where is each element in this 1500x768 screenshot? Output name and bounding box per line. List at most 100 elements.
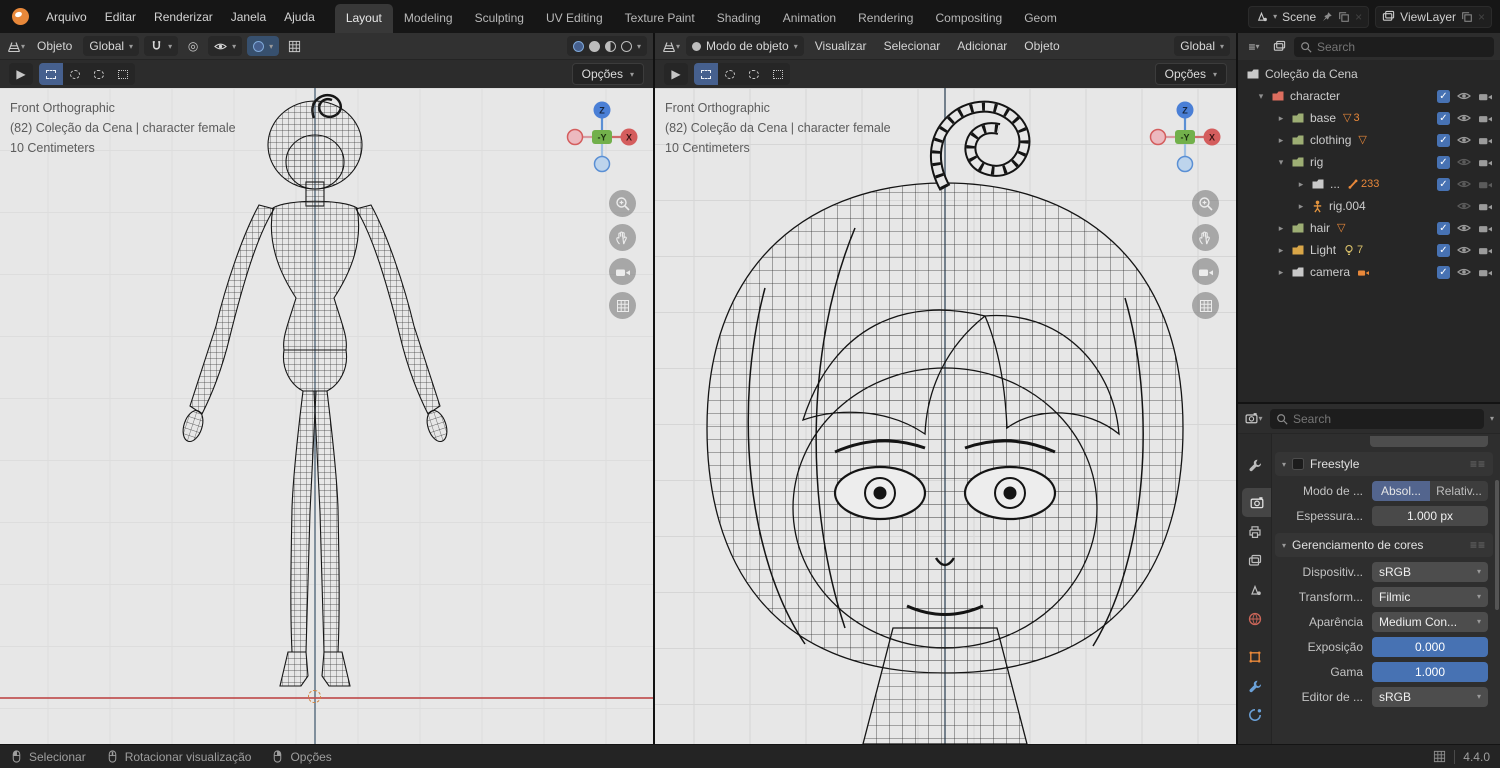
scene-collection-row[interactable]: Coleção da Cena bbox=[1238, 63, 1500, 85]
tab-texture-paint[interactable]: Texture Paint bbox=[614, 4, 706, 33]
tab-rendering[interactable]: Rendering bbox=[847, 4, 924, 33]
shading-material-icon[interactable] bbox=[604, 40, 616, 52]
editor-type-button[interactable]: ▾ bbox=[1244, 409, 1264, 429]
visibility-dropdown[interactable]: ▾ bbox=[208, 36, 243, 56]
new-scene-icon[interactable] bbox=[1338, 11, 1350, 23]
camera-visibility-icon[interactable] bbox=[1478, 178, 1493, 191]
tab-animation[interactable]: Animation bbox=[772, 4, 847, 33]
collection-row-camera[interactable]: ▸ camera ✓ bbox=[1238, 261, 1500, 283]
camera-visibility-icon[interactable] bbox=[1478, 200, 1493, 213]
display-device-dropdown[interactable]: sRGB ▾ bbox=[1372, 561, 1488, 582]
tab-compositing[interactable]: Compositing bbox=[924, 4, 1013, 33]
eye-icon[interactable] bbox=[1457, 243, 1471, 257]
move-view-button[interactable] bbox=[1192, 224, 1219, 251]
collection-row-hair[interactable]: ▸ hair ▽ ✓ bbox=[1238, 217, 1500, 239]
panel-color-management[interactable]: ▾ Gerenciamento de cores ≡≡ bbox=[1275, 533, 1493, 557]
move-view-button[interactable] bbox=[609, 224, 636, 251]
overlays-dropdown[interactable]: ▾ bbox=[247, 36, 280, 56]
select-circle-tool[interactable] bbox=[63, 63, 87, 85]
scene-selector[interactable]: ▾ Scene × bbox=[1248, 5, 1370, 28]
new-viewlayer-icon[interactable] bbox=[1461, 11, 1473, 23]
options-dropdown[interactable]: Opções ▾ bbox=[1154, 63, 1227, 85]
thickness-value-field[interactable]: 1.000 px bbox=[1372, 505, 1488, 526]
camera-visibility-icon[interactable] bbox=[1478, 90, 1493, 103]
select-box-tool[interactable] bbox=[694, 63, 718, 85]
viewlayer-selector[interactable]: ViewLayer × bbox=[1375, 5, 1492, 28]
chevron-down-icon[interactable]: ▾ bbox=[1276, 157, 1286, 168]
eye-icon[interactable] bbox=[1457, 221, 1471, 235]
menu-ajuda[interactable]: Ajuda bbox=[276, 6, 323, 28]
tab-geometry-nodes[interactable]: Geom bbox=[1013, 4, 1068, 33]
zoom-button[interactable] bbox=[609, 190, 636, 217]
xray-toggle-icon[interactable] bbox=[284, 36, 304, 56]
tab-shading[interactable]: Shading bbox=[706, 4, 772, 33]
camera-visibility-icon[interactable] bbox=[1478, 112, 1493, 125]
checkbox-enabled[interactable]: ✓ bbox=[1437, 89, 1450, 103]
tab-layout[interactable]: Layout bbox=[334, 4, 393, 33]
blender-logo[interactable] bbox=[8, 7, 32, 27]
select-box-tool[interactable] bbox=[39, 63, 63, 85]
eye-closed-icon[interactable] bbox=[1457, 199, 1471, 213]
view-transform-dropdown[interactable]: Filmic ▾ bbox=[1372, 586, 1488, 607]
chevron-right-icon[interactable]: ▸ bbox=[1276, 267, 1286, 278]
eye-closed-icon[interactable] bbox=[1457, 177, 1471, 191]
editor-type-button[interactable]: ▾ bbox=[6, 36, 26, 56]
menu-visualizar[interactable]: Visualizar bbox=[809, 36, 873, 56]
search-input[interactable] bbox=[1293, 411, 1478, 426]
panel-grip-icon[interactable]: ≡≡ bbox=[1470, 457, 1486, 471]
system-status-icon[interactable] bbox=[1433, 750, 1446, 763]
collection-row-character[interactable]: ▾ character ✓ bbox=[1238, 85, 1500, 107]
shading-solid-icon[interactable] bbox=[588, 40, 600, 52]
chevron-right-icon[interactable]: ▸ bbox=[1276, 223, 1286, 234]
viewport-left-canvas[interactable]: Front Orthographic (82) Coleção da Cena … bbox=[0, 88, 653, 744]
collection-row-light[interactable]: ▸ Light 7 ✓ bbox=[1238, 239, 1500, 261]
camera-visibility-icon[interactable] bbox=[1478, 244, 1493, 257]
tab-scene[interactable] bbox=[1238, 575, 1271, 604]
freestyle-checkbox[interactable] bbox=[1292, 458, 1305, 470]
collection-row-base[interactable]: ▸ base ▽ 3 ✓ bbox=[1238, 107, 1500, 129]
tab-sculpting[interactable]: Sculpting bbox=[464, 4, 535, 33]
chevron-right-icon[interactable]: ▸ bbox=[1276, 135, 1286, 146]
menu-renderizar[interactable]: Renderizar bbox=[146, 6, 221, 28]
zoom-button[interactable] bbox=[1192, 190, 1219, 217]
eye-icon[interactable] bbox=[1457, 133, 1471, 147]
chevron-right-icon[interactable]: ▸ bbox=[1276, 113, 1286, 124]
editor-type-button[interactable]: ▾ bbox=[661, 36, 681, 56]
chevron-right-icon[interactable]: ▸ bbox=[1296, 201, 1306, 212]
eye-closed-icon[interactable] bbox=[1457, 155, 1471, 169]
object-row-rig-widgets[interactable]: ▸ ... 233 ✓ bbox=[1238, 173, 1500, 195]
pin-icon[interactable] bbox=[1321, 11, 1333, 23]
menu-editar[interactable]: Editar bbox=[97, 6, 144, 28]
mode-relative-button[interactable]: Relativ... bbox=[1430, 480, 1488, 501]
cursor-tool[interactable] bbox=[111, 63, 135, 85]
menu-objeto[interactable]: Objeto bbox=[1018, 36, 1065, 56]
proportional-editing-icon[interactable]: ◎ bbox=[183, 36, 203, 56]
viewport-right-canvas[interactable]: Front Orthographic (82) Coleção da Cena … bbox=[655, 88, 1236, 744]
toggle-ortho-button[interactable] bbox=[609, 292, 636, 319]
tab-render[interactable] bbox=[1242, 488, 1271, 517]
outliner-search[interactable] bbox=[1294, 36, 1494, 57]
menu-arquivo[interactable]: Arquivo bbox=[38, 6, 95, 28]
navigation-gizmo[interactable]: Z X -Y bbox=[565, 100, 639, 177]
toggle-ortho-button[interactable] bbox=[1192, 292, 1219, 319]
viewport-shading-group[interactable]: ▾ bbox=[566, 36, 647, 56]
tweak-tool-button[interactable]: ▶ bbox=[664, 63, 688, 85]
camera-view-button[interactable] bbox=[1192, 258, 1219, 285]
checkbox-enabled[interactable]: ✓ bbox=[1437, 177, 1450, 191]
gizmo-neg-x-axis[interactable] bbox=[1149, 128, 1167, 146]
select-lasso-tool[interactable] bbox=[742, 63, 766, 85]
transform-orientation-dropdown[interactable]: Global ▾ bbox=[83, 36, 140, 56]
checkbox-enabled[interactable]: ✓ bbox=[1437, 221, 1450, 235]
collection-row-rig[interactable]: ▾ rig ✓ bbox=[1238, 151, 1500, 173]
cursor-tool[interactable] bbox=[766, 63, 790, 85]
chevron-right-icon[interactable]: ▸ bbox=[1296, 179, 1306, 190]
search-input[interactable] bbox=[1317, 39, 1488, 54]
tab-modifiers[interactable] bbox=[1238, 671, 1271, 700]
select-circle-tool[interactable] bbox=[718, 63, 742, 85]
checkbox-enabled[interactable]: ✓ bbox=[1437, 265, 1450, 279]
checkbox-enabled[interactable]: ✓ bbox=[1437, 155, 1450, 169]
tab-modeling[interactable]: Modeling bbox=[393, 4, 464, 33]
transform-orientation-dropdown[interactable]: Global ▾ bbox=[1174, 36, 1230, 56]
camera-visibility-icon[interactable] bbox=[1478, 266, 1493, 279]
shading-rendered-icon[interactable] bbox=[620, 40, 632, 52]
